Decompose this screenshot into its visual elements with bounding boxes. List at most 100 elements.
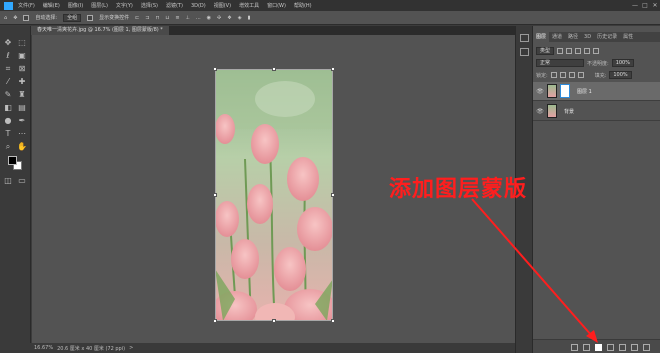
clone-stamp-tool-icon[interactable]: ♜ [17, 90, 27, 99]
gradient-tool-icon[interactable]: ▤ [17, 103, 27, 112]
menu-file[interactable]: 文件(F) [18, 2, 35, 9]
3d-orbit-icon[interactable]: ✣ [217, 15, 221, 21]
layer-name: 背景 [564, 108, 575, 115]
filter-pixel-icon[interactable] [557, 48, 564, 54]
layer-row-layer1[interactable]: 👁 图层 1 [533, 82, 660, 101]
eyedropper-tool-icon[interactable]: ⁄ [3, 77, 13, 86]
delete-layer-icon[interactable] [643, 344, 650, 351]
dodge-tool-icon[interactable]: ● [3, 116, 13, 125]
frame-tool-icon[interactable]: ⊠ [17, 64, 27, 73]
visibility-eye-icon[interactable]: 👁 [536, 88, 544, 95]
lock-all-icon[interactable] [577, 72, 584, 78]
tab-history[interactable]: 历史记录 [594, 32, 620, 42]
close-button[interactable]: ✕ [650, 2, 660, 9]
marquee-tool-icon[interactable]: ⬚ [17, 38, 27, 47]
menu-layer[interactable]: 图层(L) [91, 2, 108, 9]
zoom-tool-icon[interactable]: ⌕ [3, 142, 13, 151]
transform-handle-bottom-center[interactable] [272, 319, 276, 323]
screen-mode-icon[interactable]: ▭ [17, 176, 27, 185]
filter-type-icon[interactable] [575, 48, 582, 54]
tulip-photo [215, 69, 333, 321]
menu-help[interactable]: 帮助(H) [294, 2, 312, 9]
tab-layers[interactable]: 图层 [533, 32, 550, 42]
brush-tool-icon[interactable]: ✎ [3, 90, 13, 99]
transform-handle-bottom-left[interactable] [213, 319, 217, 323]
video-camera-icon[interactable]: ▮ [248, 15, 251, 21]
auto-select-checkbox[interactable] [23, 14, 30, 21]
hand-tool-icon[interactable]: ✋ [17, 142, 27, 151]
visibility-eye-icon[interactable]: 👁 [536, 108, 544, 115]
tab-paths[interactable]: 路径 [565, 32, 581, 42]
align-center-icon[interactable]: ⊐ [145, 15, 149, 21]
healing-brush-tool-icon[interactable]: ✚ [17, 77, 27, 86]
menu-type[interactable]: 文字(Y) [116, 2, 133, 9]
crop-tool-icon[interactable]: ⌗ [3, 64, 13, 73]
show-transform-checkbox[interactable] [87, 14, 94, 21]
new-layer-icon[interactable] [631, 344, 638, 351]
fill-field[interactable]: 100% [609, 71, 632, 79]
more-options-button[interactable]: ... [196, 15, 201, 21]
3d-slide-icon[interactable]: ◈ [238, 15, 242, 21]
transform-handle-middle-right[interactable] [331, 193, 335, 197]
transform-handle-top-center[interactable] [272, 67, 276, 71]
lasso-tool-icon[interactable]: ℓ [3, 51, 13, 60]
align-left-icon[interactable]: ⊏ [135, 15, 139, 21]
blend-mode-dropdown[interactable]: 正常 [536, 59, 584, 67]
align-bottom-icon[interactable]: ⊥ [186, 15, 190, 21]
layer-mask-thumbnail[interactable] [560, 84, 570, 98]
minimize-button[interactable]: — [630, 2, 640, 9]
tab-properties[interactable]: 属性 [620, 32, 636, 42]
transform-handle-middle-left[interactable] [213, 193, 217, 197]
history-panel-icon[interactable] [520, 34, 529, 42]
pen-tool-icon[interactable]: ✒ [17, 116, 27, 125]
foreground-color-swatch[interactable] [8, 156, 17, 165]
transform-handle-top-right[interactable] [331, 67, 335, 71]
tools-panel: ✥ ⬚ ℓ ▣ ⌗ ⊠ ⁄ ✚ ✎ ♜ ◧ ▤ ● ✒ T ✋ ⌕ ⋯ ◫ ▭ [0, 26, 31, 343]
lock-position-icon[interactable] [559, 72, 566, 78]
align-middle-icon[interactable]: ≡ [175, 15, 179, 21]
align-top-icon[interactable]: ⊔ [165, 15, 169, 21]
filter-adjust-icon[interactable] [566, 48, 573, 54]
3d-mode-icon[interactable]: ◉ [207, 15, 211, 21]
move-tool-icon[interactable]: ✥ [13, 15, 17, 21]
add-layer-mask-button[interactable] [595, 344, 602, 351]
properties-panel-icon[interactable] [520, 48, 529, 56]
menu-image[interactable]: 图像(I) [68, 2, 83, 9]
tab-3d[interactable]: 3D [581, 32, 594, 42]
eraser-tool-icon[interactable]: ◧ [3, 103, 13, 112]
maximize-button[interactable]: □ [640, 2, 650, 9]
menu-plugins[interactable]: 增效工具 [239, 2, 259, 9]
status-arrow[interactable]: > [129, 345, 133, 351]
auto-select-dropdown[interactable]: 全组 [63, 13, 82, 22]
lock-pixels-icon[interactable] [550, 72, 557, 78]
menu-filter[interactable]: 滤镜(T) [166, 2, 183, 9]
move-tool-icon[interactable]: ✥ [3, 38, 13, 47]
document-tab[interactable]: 春天唯一清爽花卉.jpg @ 16.7% (图层 1, 图层蒙版/8) * [31, 26, 169, 35]
layer-style-icon[interactable] [583, 344, 590, 351]
menu-3d[interactable]: 3D(D) [191, 3, 206, 9]
menu-edit[interactable]: 编辑(E) [43, 2, 60, 9]
align-right-icon[interactable]: ⊓ [156, 15, 160, 21]
layer-filter-dropdown[interactable]: 类型 [536, 47, 555, 55]
quick-mask-icon[interactable]: ◫ [3, 176, 13, 185]
link-layers-icon[interactable] [571, 344, 578, 351]
opacity-field[interactable]: 100% [611, 59, 634, 67]
filter-shape-icon[interactable] [584, 48, 591, 54]
more-tools-icon[interactable]: ⋯ [17, 129, 27, 138]
home-icon[interactable]: ⌂ [4, 15, 7, 21]
zoom-level[interactable]: 16.67% [34, 345, 53, 351]
lock-artboard-icon[interactable] [568, 72, 575, 78]
new-group-icon[interactable] [619, 344, 626, 351]
object-select-tool-icon[interactable]: ▣ [17, 51, 27, 60]
menu-select[interactable]: 选择(S) [141, 2, 158, 9]
menu-window[interactable]: 窗口(W) [267, 2, 286, 9]
menu-view[interactable]: 视图(V) [214, 2, 231, 9]
type-tool-icon[interactable]: T [3, 129, 13, 138]
transform-handle-bottom-right[interactable] [331, 319, 335, 323]
filter-smart-icon[interactable] [593, 48, 600, 54]
3d-pan-icon[interactable]: ❖ [227, 15, 231, 21]
transform-handle-top-left[interactable] [213, 67, 217, 71]
layer-row-background[interactable]: 👁 背景 [533, 102, 660, 121]
tab-channels[interactable]: 通道 [549, 32, 565, 42]
adjustment-layer-icon[interactable] [607, 344, 614, 351]
